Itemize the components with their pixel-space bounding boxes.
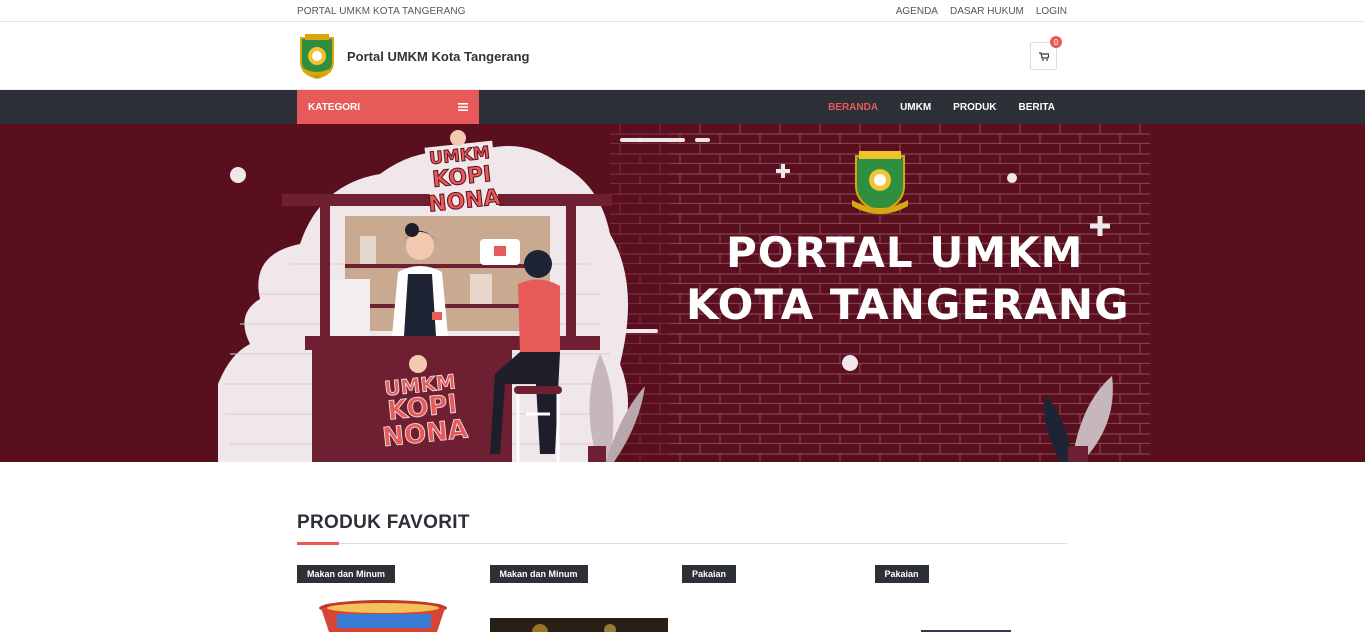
site-header: Portal UMKM Kota Tangerang 0 <box>0 22 1365 90</box>
product-image <box>489 618 668 632</box>
top-links: AGENDA DASAR HUKUM LOGIN <box>896 6 1067 17</box>
category-label: KATEGORI <box>308 101 361 113</box>
hero-banner[interactable]: UMKM KOPI NONA UMKM KOPI NONA PORTAL UMK… <box>0 124 1365 462</box>
category-dropdown[interactable]: KATEGORI <box>297 90 479 124</box>
product-card[interactable]: Pakaian <box>682 564 875 632</box>
nav-produk[interactable]: PRODUK <box>953 102 996 113</box>
product-grid: Makan dan Minum Makan dan Minum Pakaian … <box>297 564 1067 632</box>
product-card[interactable]: Pakaian <box>874 564 1068 632</box>
section-divider <box>297 542 1067 545</box>
brand[interactable]: Portal UMKM Kota Tangerang <box>297 32 530 80</box>
city-emblem-logo <box>300 34 334 80</box>
top-bar: PORTAL UMKM KOTA TANGERANG AGENDA DASAR … <box>0 0 1365 22</box>
dasar-hukum-link[interactable]: DASAR HUKUM <box>950 6 1024 17</box>
site-title-small: PORTAL UMKM KOTA TANGERANG <box>297 5 466 17</box>
nav-beranda[interactable]: BERANDA <box>828 102 878 113</box>
product-category-tag[interactable]: Pakaian <box>682 565 737 583</box>
product-category-tag[interactable]: Pakaian <box>874 565 929 583</box>
cart-button[interactable]: 0 <box>1030 36 1062 70</box>
hamburger-icon <box>458 103 468 111</box>
product-image <box>319 600 447 632</box>
hero-title-line2: KOTA TANGERANG <box>686 280 1130 329</box>
nav-umkm[interactable]: UMKM <box>900 102 931 113</box>
cart-icon <box>1038 51 1049 61</box>
brand-name: Portal UMKM Kota Tangerang <box>347 48 530 64</box>
main-navbar: KATEGORI BERANDA UMKM PRODUK BERITA <box>0 90 1365 124</box>
products-section: PRODUK FAVORIT Makan dan Minum Makan dan… <box>297 512 1067 632</box>
hero-city-emblem <box>852 151 908 214</box>
login-link[interactable]: LOGIN <box>1036 6 1067 17</box>
agenda-link[interactable]: AGENDA <box>896 6 938 17</box>
section-title: PRODUK FAVORIT <box>297 512 470 533</box>
hero-illustration: UMKM KOPI NONA UMKM KOPI NONA <box>218 124 1150 462</box>
product-card[interactable]: Makan dan Minum <box>297 564 490 632</box>
main-menu: BERANDA UMKM PRODUK BERITA <box>828 90 1067 124</box>
nav-berita[interactable]: BERITA <box>1019 102 1055 113</box>
product-category-tag[interactable]: Makan dan Minum <box>297 565 396 583</box>
cart-count-badge: 0 <box>1050 36 1062 48</box>
product-category-tag[interactable]: Makan dan Minum <box>489 565 588 583</box>
hero-title-line1: PORTAL UMKM <box>726 228 1084 277</box>
product-card[interactable]: Makan dan Minum <box>489 564 683 632</box>
